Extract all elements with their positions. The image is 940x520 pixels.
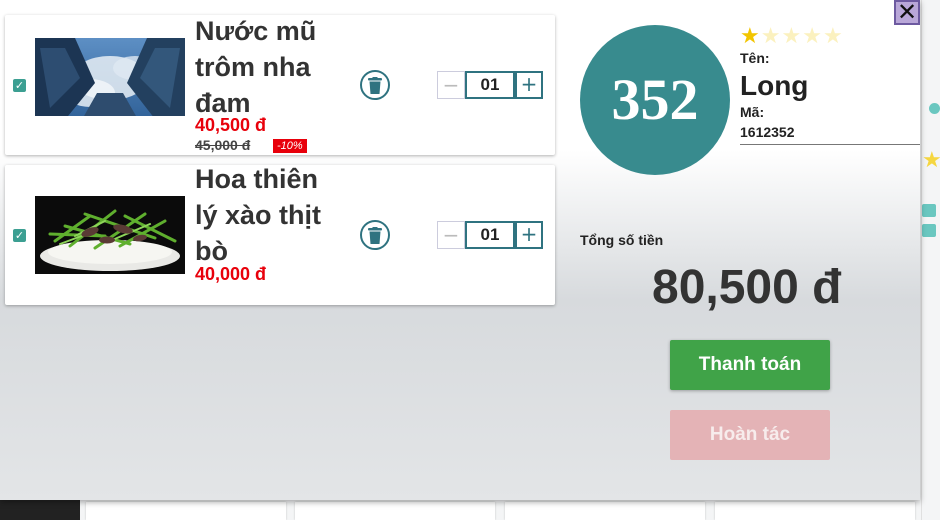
background-card: [715, 502, 915, 520]
item-price: 40,000 đ: [195, 264, 267, 284]
background-card: [295, 502, 495, 520]
star-empty-icon: ★: [781, 24, 803, 49]
background-dot: [929, 103, 940, 114]
item-price: 40,500 đ: [195, 115, 267, 135]
background-dark-block: [0, 500, 80, 520]
item-checkbox[interactable]: ✓: [13, 229, 26, 242]
trash-icon: [368, 77, 382, 94]
decrease-quantity-button[interactable]: −: [437, 71, 465, 99]
close-button[interactable]: ✕: [894, 0, 920, 25]
increase-quantity-button[interactable]: +: [515, 221, 543, 249]
star-filled-icon: ★: [740, 24, 761, 49]
background-card: [505, 502, 705, 520]
user-name: Long: [740, 70, 809, 101]
delete-item-button[interactable]: [360, 70, 390, 100]
background-card: [86, 502, 286, 520]
quantity-stepper: − 01 +: [437, 71, 543, 99]
user-name-label: Tên:: [740, 50, 770, 66]
trash-icon: [368, 227, 382, 244]
checkout-button[interactable]: Thanh toán: [670, 340, 830, 390]
background-checkbox: [922, 224, 936, 237]
discount-badge: -10%: [273, 139, 307, 153]
star-empty-icon: ★: [822, 24, 844, 49]
user-id-label: Mã:: [740, 104, 765, 120]
user-rating: ★★★★★: [740, 24, 844, 49]
delete-item-button[interactable]: [360, 220, 390, 250]
total-label: Tổng số tiền: [580, 232, 664, 248]
star-empty-icon: ★: [760, 24, 782, 49]
background-star-icon: ★: [922, 148, 940, 173]
cart-panel: ✕ ✓ Nước mũ trôm nha đam 40,500 đ 45,000…: [0, 0, 920, 500]
quantity-value[interactable]: 01: [465, 221, 515, 249]
background-divider: [921, 0, 922, 520]
item-name: Nước mũ trôm nha đam: [195, 16, 317, 118]
star-empty-icon: ★: [802, 24, 823, 49]
item-original-price: 45,000 đ: [195, 137, 251, 153]
decrease-quantity-button[interactable]: −: [437, 221, 465, 249]
total-value: 80,500 đ: [652, 261, 842, 314]
increase-quantity-button[interactable]: +: [515, 71, 543, 99]
undo-button[interactable]: Hoàn tác: [670, 410, 830, 460]
user-avatar: 352: [580, 25, 730, 175]
stir-fry-dish-photo: [35, 196, 185, 274]
cart-item: ✓ Nước mũ trôm nha đam 40,500 đ 45,000 đ…: [5, 15, 555, 155]
background-checkbox: [922, 204, 936, 217]
item-checkbox[interactable]: ✓: [13, 79, 26, 92]
user-id: 1612352: [740, 124, 920, 145]
item-name: Hoa thiên lý xào thịt bò: [195, 164, 322, 266]
quantity-stepper: − 01 +: [437, 221, 543, 249]
cart-item: ✓ Hoa thiên lý xào thịt bò 40,000 đ − 01…: [5, 164, 555, 305]
quantity-value[interactable]: 01: [465, 71, 515, 99]
city-skyline-photo: [35, 38, 185, 116]
